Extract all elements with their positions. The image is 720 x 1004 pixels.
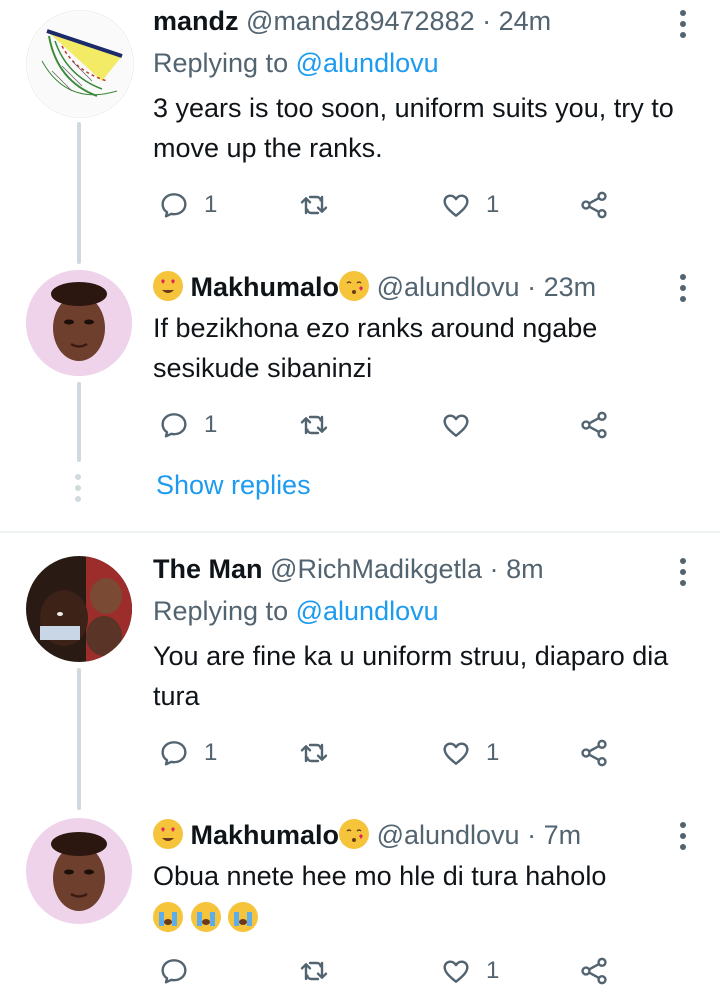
separator-dot: · [489,554,499,584]
like-icon [443,742,469,765]
separator-dot: · [527,820,537,850]
tweet-time[interactable]: 8m [506,554,544,584]
separator-dot: · [527,272,537,302]
like-icon [443,194,469,217]
avatar-image [28,12,132,116]
share-button[interactable] [578,408,610,442]
replying-to-label: Replying to [153,48,289,78]
loudly-crying-emoji [153,902,183,932]
tweet-text: If bezikhona ezo ranks around ngabe sesi… [153,313,598,383]
reply-icon [161,741,187,766]
retweet-icon [300,961,328,981]
like-icon [443,414,469,437]
tweet-text: 3 years is too soon, uniform suits you, … [153,93,674,163]
share-icon [581,739,607,767]
tweet-time[interactable]: 23m [544,272,597,302]
more-icon[interactable] [680,558,686,591]
share-button[interactable] [578,954,610,988]
avatar-image [26,818,132,924]
reply-icon [161,413,187,438]
more-icon[interactable] [680,10,686,43]
reply-count: 1 [204,739,218,766]
like-icon [443,960,469,983]
thread-line [77,382,81,462]
avatar-image [26,556,132,662]
like-button[interactable]: 1 [440,188,499,222]
like-count: 1 [486,739,500,766]
tweet-time[interactable]: 24m [499,6,552,36]
heart-eyes-emoji [153,819,183,849]
kissing-heart-emoji [339,271,370,301]
tweet-header: Makhumalo @alundlovu · 23m [153,270,596,304]
avatar[interactable] [26,556,132,662]
reply-icon [161,193,187,218]
heart-eyes-emoji [153,271,183,301]
tweet-actions: 1 [158,408,628,442]
avatar-image [26,270,132,376]
user-handle[interactable]: @RichMadikgetla [270,554,482,584]
kissing-heart-emoji [339,819,370,849]
tweet-text: You are fine ka u uniform struu, diaparo… [153,641,669,711]
tweet-text: Obua nnete hee mo hle di tura haholo [153,861,607,891]
user-handle[interactable]: @mandz89472882 [246,6,475,36]
avatar[interactable] [26,10,134,118]
display-name[interactable]: Makhumalo [191,820,340,850]
retweet-button[interactable] [298,736,344,770]
like-button[interactable] [440,408,486,442]
replying-to-mention[interactable]: @alundlovu [296,596,439,626]
thread-gap-dots [75,474,81,507]
display-name[interactable]: mandz [153,6,239,36]
retweet-icon [300,415,328,435]
share-button[interactable] [578,188,610,222]
loudly-crying-emoji [190,902,221,932]
user-handle[interactable]: @alundlovu [377,820,520,850]
thread-line [77,668,81,810]
share-icon [581,411,607,439]
thread-line [77,122,81,264]
reply-button[interactable]: 1 [158,408,217,442]
tweet-actions: 1 1 [158,188,628,222]
tweet-header: Makhumalo @alundlovu · 7m [153,818,581,852]
replying-to-label: Replying to [153,596,289,626]
like-count: 1 [486,191,500,218]
retweet-button[interactable] [298,408,344,442]
retweet-icon [300,743,328,763]
divider [0,531,720,533]
replying-to: Replying to @alundlovu [153,46,439,80]
tweet-header: mandz @mandz89472882 · 24m [153,4,551,38]
reply-icon [161,959,187,984]
like-count: 1 [486,957,500,984]
separator-dot: · [482,6,492,36]
retweet-button[interactable] [298,954,344,988]
display-name[interactable]: Makhumalo [191,272,340,302]
avatar[interactable] [26,270,132,376]
avatar[interactable] [26,818,132,924]
loudly-crying-emoji [228,902,259,932]
show-replies-link[interactable]: Show replies [156,470,311,501]
reply-count: 1 [204,411,218,438]
display-name[interactable]: The Man [153,554,263,584]
retweet-icon [300,195,328,215]
like-button[interactable]: 1 [440,736,499,770]
tweet-time[interactable]: 7m [544,820,582,850]
replying-to-mention[interactable]: @alundlovu [296,48,439,78]
more-icon[interactable] [680,822,686,855]
user-handle[interactable]: @alundlovu [377,272,520,302]
reply-button[interactable] [158,954,204,988]
reply-count: 1 [204,191,218,218]
share-icon [581,191,607,219]
replying-to: Replying to @alundlovu [153,594,439,628]
tweet-text-block: Obua nnete hee mo hle di tura haholo [153,856,693,938]
tweet-header: The Man @RichMadikgetla · 8m [153,552,544,586]
tweet-actions: 1 [158,954,628,988]
reply-button[interactable]: 1 [158,188,217,222]
tweet-actions: 1 1 [158,736,628,770]
more-icon[interactable] [680,274,686,307]
share-icon [581,957,607,985]
reply-button[interactable]: 1 [158,736,217,770]
retweet-button[interactable] [298,188,344,222]
tweet-emojis [153,898,693,938]
like-button[interactable]: 1 [440,954,499,988]
share-button[interactable] [578,736,610,770]
